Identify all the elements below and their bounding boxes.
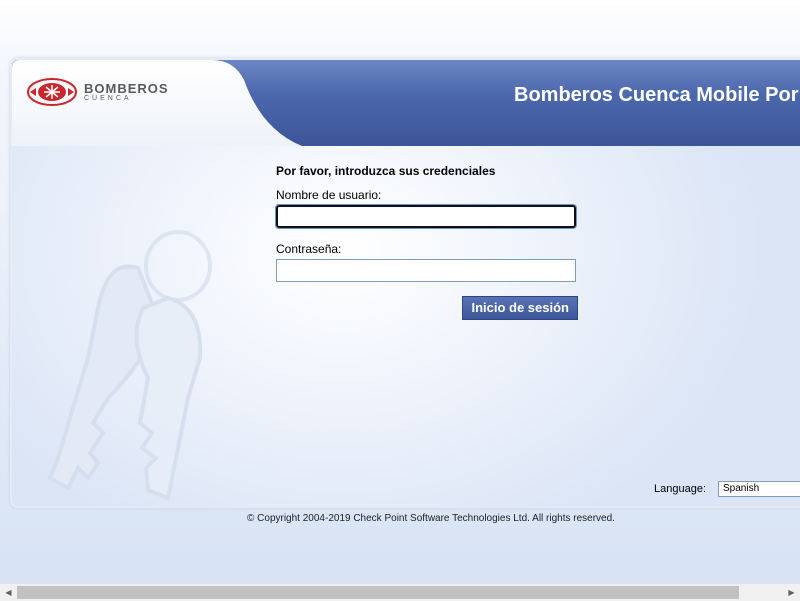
username-label: Nombre de usuario: — [276, 188, 382, 202]
login-frame: BOMBEROS CUENCA Bomberos Cuenca Mobile P… — [10, 58, 800, 508]
language-select[interactable]: Spanish — [718, 481, 800, 497]
username-input[interactable] — [275, 204, 577, 229]
keys-watermark-icon — [47, 230, 212, 501]
logo-text: BOMBEROS — [84, 81, 169, 96]
arrow-right-icon[interactable]: ▶ — [783, 584, 800, 601]
submit-row: Inicio de sesión — [276, 296, 578, 320]
login-form: Por favor, introduzca sus credenciales N… — [275, 164, 578, 320]
arrow-left-icon[interactable]: ◀ — [0, 584, 17, 601]
logo-subtext: CUENCA — [84, 95, 132, 102]
logo-panel: BOMBEROS CUENCA — [12, 60, 312, 146]
horizontal-scrollbar[interactable]: ◀ ▶ — [0, 583, 800, 601]
copyright-text: © Copyright 2004-2019 Check Point Softwa… — [247, 513, 615, 524]
header-bar: BOMBEROS CUENCA Bomberos Cuenca Mobile P… — [12, 60, 800, 146]
password-label: Contraseña: — [276, 242, 342, 256]
fire-department-emblem-icon — [27, 78, 77, 106]
scrollbar-thumb[interactable] — [17, 586, 739, 599]
language-label: Language: — [654, 483, 706, 495]
form-heading: Por favor, introduzca sus credenciales — [276, 164, 496, 178]
password-input[interactable] — [276, 259, 576, 282]
login-button[interactable]: Inicio de sesión — [462, 296, 578, 320]
portal-title: Bomberos Cuenca Mobile Por — [514, 84, 799, 106]
